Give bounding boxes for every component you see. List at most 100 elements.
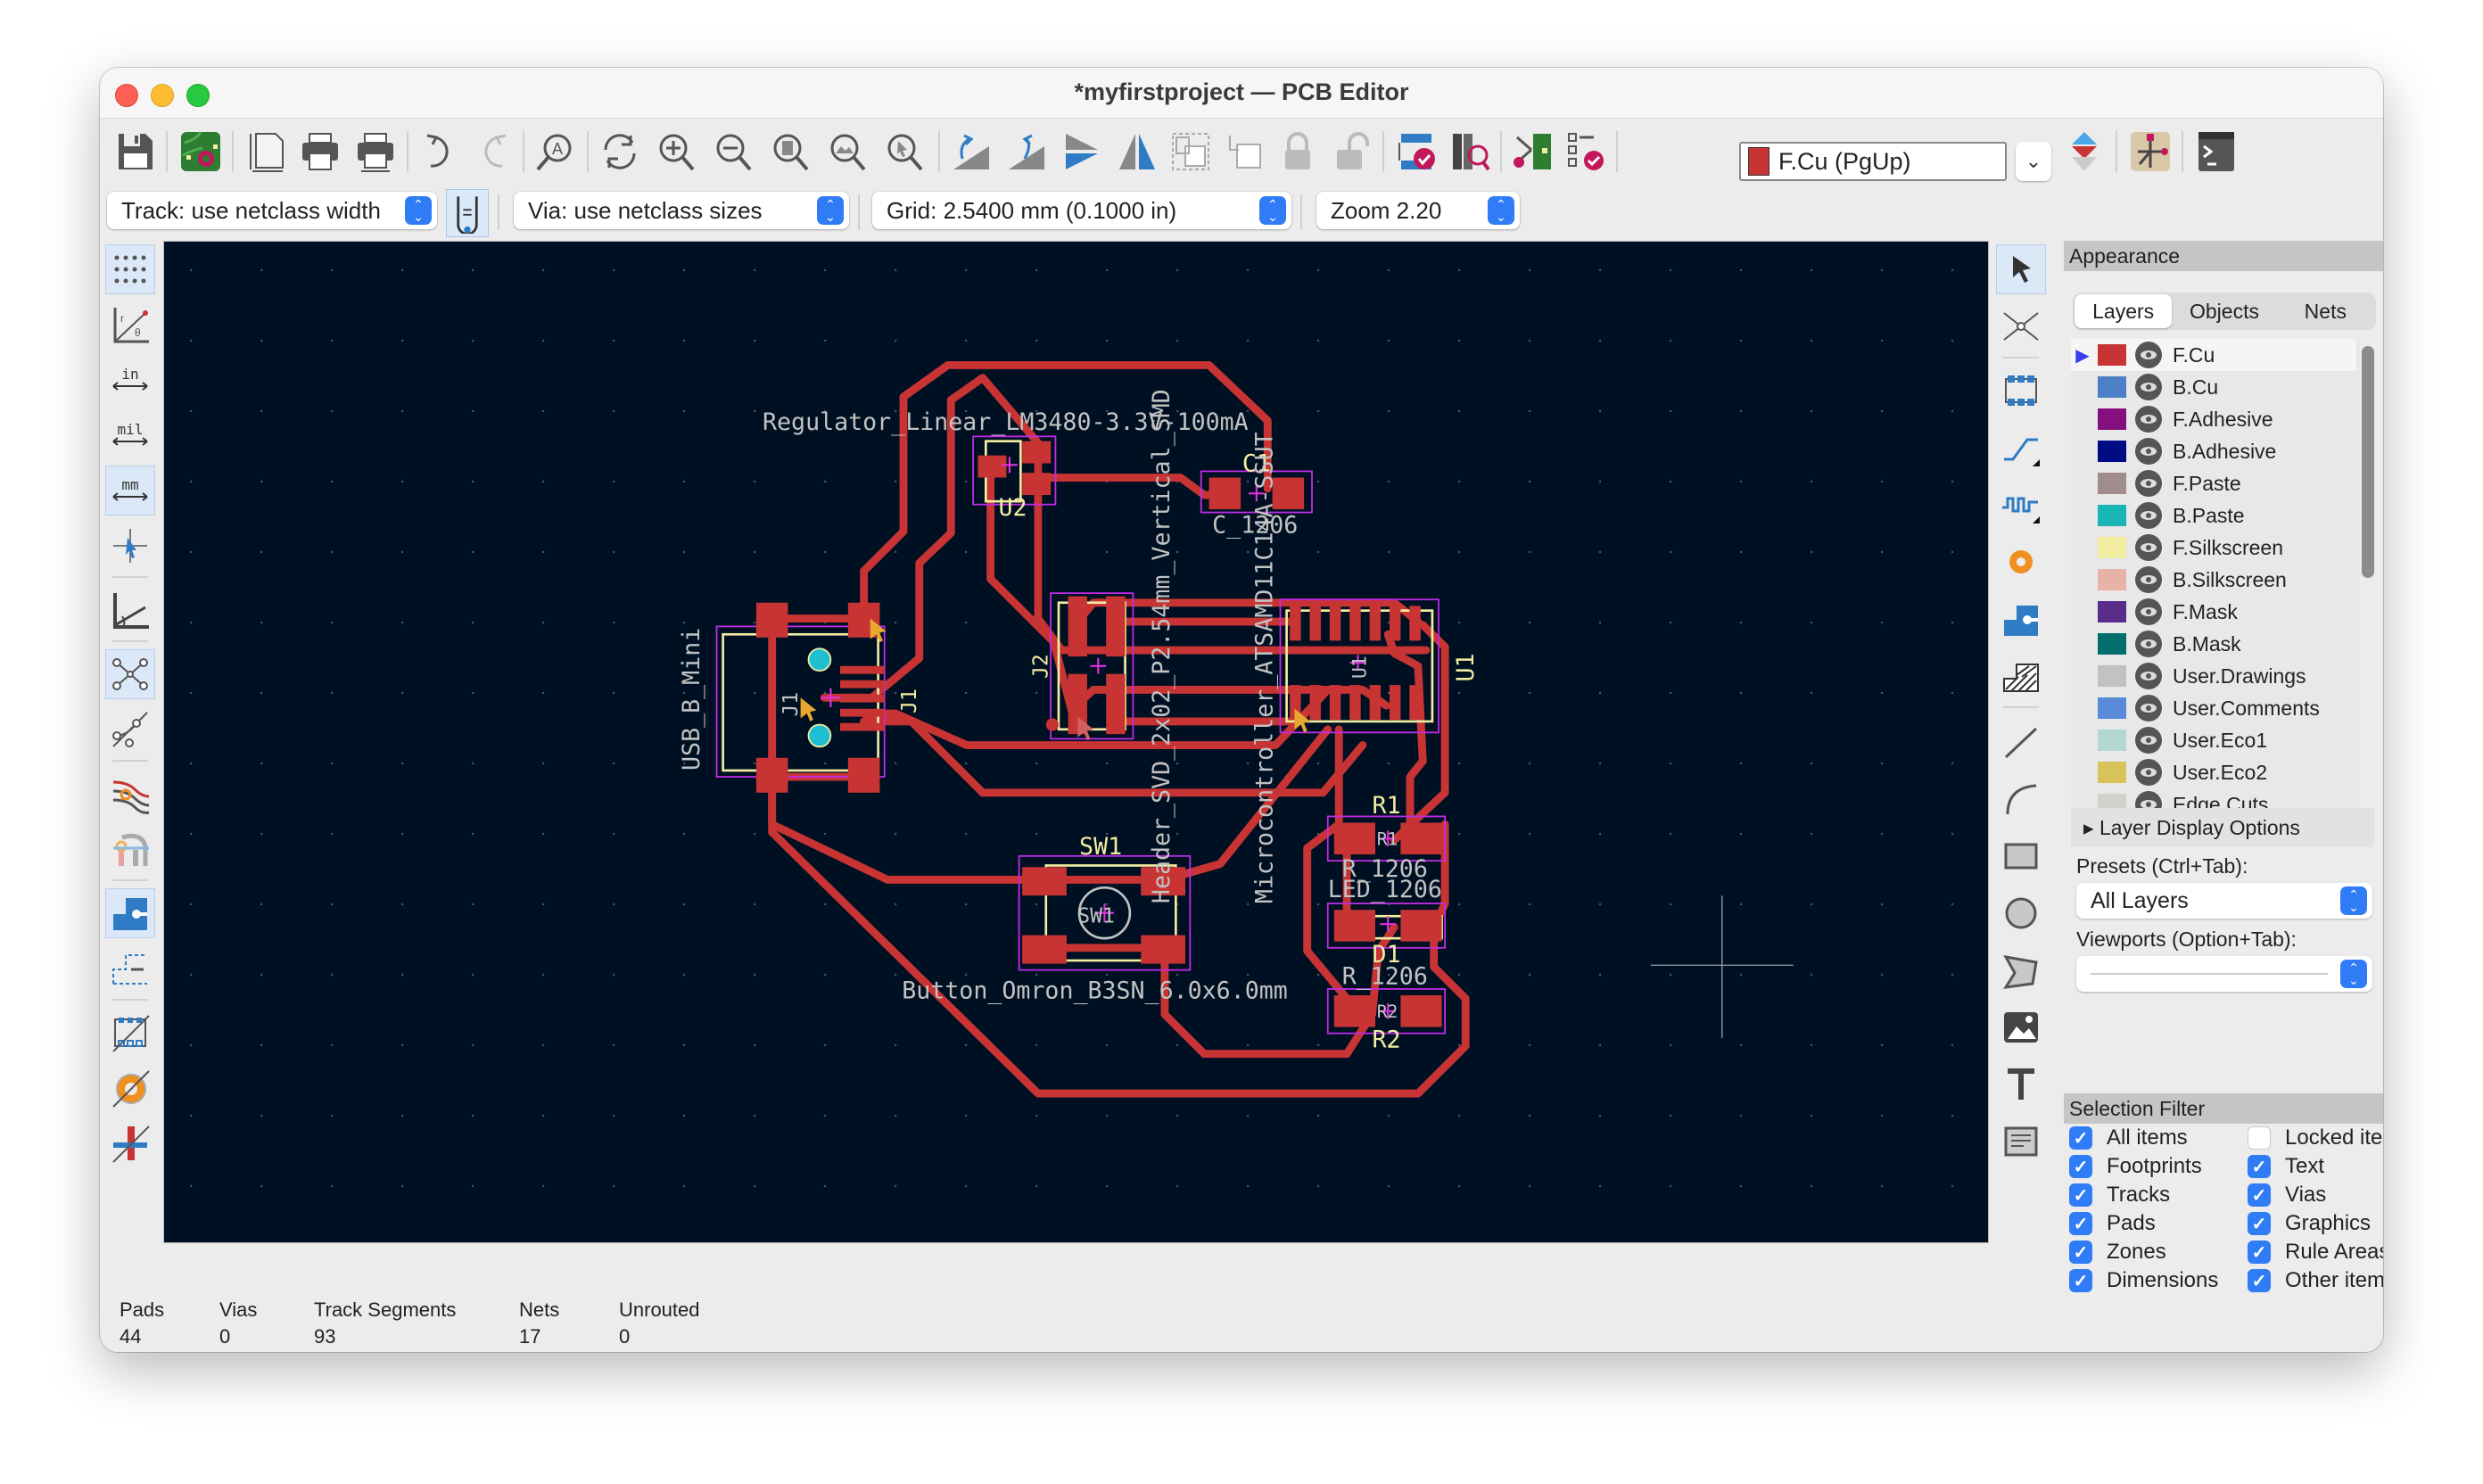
plot-icon[interactable] (351, 128, 400, 176)
eye-icon[interactable] (2135, 342, 2162, 368)
layer-row[interactable]: User.Drawings (2071, 660, 2356, 692)
scripting-console-icon[interactable] (2192, 128, 2240, 176)
layer-row[interactable]: F.Silkscreen (2071, 532, 2356, 564)
eye-icon[interactable] (2135, 406, 2162, 433)
add-image-icon[interactable] (1996, 1002, 2046, 1052)
checkbox[interactable]: ✓ (2248, 1212, 2271, 1235)
tune-length-icon[interactable] (1996, 480, 2046, 530)
auto-track-width-toggle[interactable] (446, 189, 489, 237)
layer-color-swatch[interactable] (2098, 473, 2126, 494)
via-size-select[interactable]: Via: use netclass sizes ⌃ ⌄ (514, 192, 849, 229)
zoom-select[interactable]: Zoom 2.20 ⌃ ⌄ (1316, 192, 1520, 229)
pad[interactable] (1349, 606, 1361, 641)
local-ratsnest-icon[interactable] (1996, 301, 2046, 351)
route-track-icon[interactable] (1996, 423, 2046, 473)
layer-color-swatch[interactable] (2098, 794, 2126, 808)
redo-icon[interactable] (469, 128, 517, 176)
filter-checkbox-row[interactable]: ✓ Footprints (2069, 1152, 2202, 1181)
add-text-icon[interactable] (1996, 1059, 2046, 1109)
eye-icon[interactable] (2135, 727, 2162, 754)
update-pcb-icon[interactable] (1509, 128, 1557, 176)
draw-circle-icon[interactable] (1996, 888, 2046, 938)
pcb-drawing[interactable]: Regulator_Linear_LM3480-3.3V-100mA U2 C1… (164, 242, 1988, 1242)
eye-icon[interactable] (2135, 791, 2162, 808)
grid-select[interactable]: Grid: 2.5400 mm (0.1000 in) ⌃ ⌄ (872, 192, 1291, 229)
rotate-ccw-icon[interactable] (947, 128, 995, 176)
layer-color-swatch[interactable] (2098, 376, 2126, 398)
pad[interactable] (839, 722, 885, 731)
track[interactable] (768, 780, 1051, 884)
active-layer-select[interactable]: F.Cu (PgUp) (1739, 142, 2007, 181)
pad[interactable] (1106, 596, 1126, 657)
pad[interactable] (1369, 606, 1382, 641)
layer-color-swatch[interactable] (2098, 601, 2126, 622)
add-textbox-icon[interactable] (1996, 1117, 2046, 1167)
filter-checkbox-row[interactable]: ✓ Tracks (2069, 1181, 2170, 1209)
layer-row[interactable]: User.Eco2 (2071, 756, 2356, 788)
pad[interactable] (1349, 685, 1361, 721)
track[interactable] (1034, 474, 1241, 499)
pad[interactable] (1333, 822, 1376, 855)
layer-row[interactable]: B.Adhesive (2071, 435, 2356, 467)
zoom-selection-icon[interactable] (881, 128, 929, 176)
pad[interactable] (1409, 606, 1421, 641)
print-icon[interactable] (296, 128, 344, 176)
units-mm-icon[interactable]: mm (105, 466, 155, 515)
units-inch-icon[interactable]: in (105, 355, 155, 405)
grid-toggle-icon[interactable] (105, 244, 155, 294)
pad[interactable] (755, 602, 788, 638)
draw-polygon-icon[interactable] (1996, 945, 2046, 995)
layer-pair-icon[interactable] (2060, 128, 2108, 176)
layer-row[interactable]: User.Comments (2071, 692, 2356, 724)
filter-checkbox-row[interactable]: ✓ Vias (2248, 1181, 2326, 1209)
pad[interactable] (1309, 685, 1321, 721)
pad[interactable] (1022, 473, 1052, 496)
layer-color-swatch[interactable] (2098, 537, 2126, 558)
mirror-icon[interactable] (1113, 128, 1161, 176)
pad[interactable] (1106, 673, 1126, 735)
filter-checkbox-row[interactable]: Locked items (2248, 1124, 2383, 1152)
layer-display-options-toggle[interactable]: ▸ Layer Display Options (2071, 808, 2374, 847)
add-zone-icon[interactable] (1996, 594, 2046, 644)
filter-checkbox-row[interactable]: ✓ All items (2069, 1124, 2188, 1152)
save-icon[interactable] (111, 128, 159, 176)
layer-row[interactable]: B.Silkscreen (2071, 564, 2356, 596)
eye-icon[interactable] (2135, 695, 2162, 721)
pad[interactable] (1209, 477, 1242, 510)
ratsnest-icon[interactable] (105, 649, 155, 699)
filter-checkbox-row[interactable]: ✓ Pads (2069, 1209, 2156, 1238)
layer-color-swatch[interactable] (2098, 697, 2126, 719)
footprint-browser-icon[interactable] (1447, 128, 1495, 176)
zone-fill-icon[interactable] (105, 1008, 155, 1058)
pad[interactable] (1333, 995, 1376, 1027)
pad[interactable] (839, 680, 885, 688)
layer-dropdown-button[interactable]: ⌄ (2016, 142, 2051, 181)
eye-icon[interactable] (2135, 534, 2162, 561)
cursor-crosshair-icon[interactable] (105, 521, 155, 571)
unlock-icon[interactable] (1327, 128, 1375, 176)
eye-icon[interactable] (2135, 631, 2162, 657)
group-icon[interactable] (1167, 128, 1215, 176)
pad[interactable] (1329, 606, 1341, 641)
track[interactable] (1303, 725, 1351, 1003)
eye-icon[interactable] (2135, 566, 2162, 593)
layer-color-swatch[interactable] (2098, 344, 2126, 366)
polar-coords-icon[interactable]: rθ (105, 300, 155, 350)
pad[interactable] (1400, 822, 1442, 855)
layer-color-swatch[interactable] (2098, 762, 2126, 783)
pad[interactable] (1369, 685, 1382, 721)
pad[interactable] (1022, 867, 1067, 896)
find-icon[interactable]: A (532, 128, 580, 176)
footprint-outline-icon[interactable] (105, 1063, 155, 1113)
add-rule-area-icon[interactable] (1996, 651, 2046, 701)
pcb-canvas[interactable]: Regulator_Linear_LM3480-3.3V-100mA U2 C1… (163, 241, 1989, 1243)
via-outline-icon[interactable] (105, 944, 155, 993)
add-via-icon[interactable] (1996, 537, 2046, 587)
curved-ratsnest-icon[interactable] (105, 705, 155, 754)
flip-icon[interactable] (1058, 128, 1106, 176)
checkbox[interactable]: ✓ (2069, 1155, 2092, 1178)
pad[interactable] (1333, 910, 1376, 942)
layers-scrollbar[interactable] (2362, 346, 2374, 578)
layer-row[interactable]: ▶ F.Cu (2071, 339, 2356, 371)
layer-color-swatch[interactable] (2098, 505, 2126, 526)
